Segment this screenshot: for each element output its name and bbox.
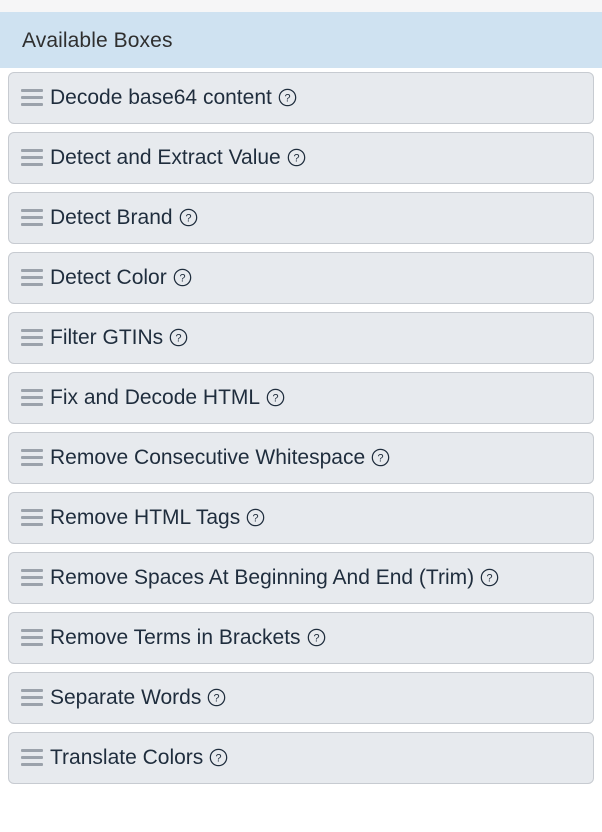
svg-text:?: ? xyxy=(378,453,384,465)
list-item-content: Translate Colors? xyxy=(21,742,228,774)
list-item-label: Detect Color xyxy=(50,266,167,289)
drag-handle-icon[interactable] xyxy=(21,569,43,586)
help-circle-icon[interactable]: ? xyxy=(287,148,306,167)
list-item-label: Detect and Extract Value xyxy=(50,146,281,169)
list-item[interactable]: Decode base64 content? xyxy=(8,72,594,124)
svg-text:?: ? xyxy=(284,93,290,105)
list-item-content: Remove Spaces At Beginning And End (Trim… xyxy=(21,562,499,594)
drag-handle-icon[interactable] xyxy=(21,689,43,706)
top-strip xyxy=(0,0,602,12)
drag-handle-icon[interactable] xyxy=(21,389,43,406)
help-circle-icon[interactable]: ? xyxy=(169,328,188,347)
list-item-label: Detect Brand xyxy=(50,206,173,229)
list-item[interactable]: Separate Words? xyxy=(8,672,594,724)
svg-text:?: ? xyxy=(185,213,191,225)
svg-text:?: ? xyxy=(253,513,259,525)
help-circle-icon[interactable]: ? xyxy=(209,748,228,767)
drag-handle-icon[interactable] xyxy=(21,749,43,766)
list-item-content: Detect and Extract Value? xyxy=(21,142,306,174)
list-item-content: Decode base64 content? xyxy=(21,82,297,114)
drag-handle-icon[interactable] xyxy=(21,329,43,346)
list-item-content: Separate Words? xyxy=(21,682,226,714)
list-item-content: Remove Consecutive Whitespace? xyxy=(21,442,390,474)
drag-handle-icon[interactable] xyxy=(21,269,43,286)
list-item-label: Filter GTINs xyxy=(50,326,164,349)
svg-text:?: ? xyxy=(293,153,299,165)
svg-text:?: ? xyxy=(179,273,185,285)
list-item-content: Filter GTINs? xyxy=(21,322,188,354)
list-item[interactable]: Fix and Decode HTML? xyxy=(8,372,594,424)
svg-text:?: ? xyxy=(216,753,222,765)
svg-text:?: ? xyxy=(214,693,220,705)
list-item[interactable]: Remove HTML Tags? xyxy=(8,492,594,544)
list-item[interactable]: Detect and Extract Value? xyxy=(8,132,594,184)
help-circle-icon[interactable]: ? xyxy=(173,268,192,287)
list-item-content: Remove Terms in Brackets? xyxy=(21,622,326,654)
list-item[interactable]: Detect Color? xyxy=(8,252,594,304)
list-item[interactable]: Remove Consecutive Whitespace? xyxy=(8,432,594,484)
svg-text:?: ? xyxy=(487,573,493,585)
help-circle-icon[interactable]: ? xyxy=(480,568,499,587)
svg-text:?: ? xyxy=(313,633,319,645)
list-item[interactable]: Filter GTINs? xyxy=(8,312,594,364)
list-item-label: Fix and Decode HTML xyxy=(50,386,261,409)
help-circle-icon[interactable]: ? xyxy=(246,508,265,527)
svg-text:?: ? xyxy=(176,333,182,345)
svg-text:?: ? xyxy=(273,393,279,405)
list-item-content: Detect Brand? xyxy=(21,202,198,234)
list-item[interactable]: Remove Terms in Brackets? xyxy=(8,612,594,664)
list-item-content: Fix and Decode HTML? xyxy=(21,382,285,414)
drag-handle-icon[interactable] xyxy=(21,209,43,226)
list-item-content: Detect Color? xyxy=(21,262,192,294)
list-item[interactable]: Translate Colors? xyxy=(8,732,594,784)
list-item-label: Remove Consecutive Whitespace xyxy=(50,446,366,469)
available-boxes-list: Decode base64 content? Detect and Extract… xyxy=(0,68,602,784)
list-item-label: Separate Words xyxy=(50,686,202,709)
help-circle-icon[interactable]: ? xyxy=(278,88,297,107)
help-circle-icon[interactable]: ? xyxy=(307,628,326,647)
list-item-content: Remove HTML Tags? xyxy=(21,502,265,534)
drag-handle-icon[interactable] xyxy=(21,89,43,106)
list-item[interactable]: Remove Spaces At Beginning And End (Trim… xyxy=(8,552,594,604)
list-item-label: Remove HTML Tags xyxy=(50,506,241,529)
available-boxes-panel: Available Boxes Decode base64 content? De… xyxy=(0,0,602,832)
drag-handle-icon[interactable] xyxy=(21,149,43,166)
help-circle-icon[interactable]: ? xyxy=(266,388,285,407)
list-item-label: Remove Spaces At Beginning And End (Trim… xyxy=(50,566,475,589)
page-title: Available Boxes xyxy=(22,28,173,52)
list-item[interactable]: Detect Brand? xyxy=(8,192,594,244)
list-item-label: Decode base64 content xyxy=(50,86,272,109)
help-circle-icon[interactable]: ? xyxy=(371,448,390,467)
help-circle-icon[interactable]: ? xyxy=(207,688,226,707)
drag-handle-icon[interactable] xyxy=(21,629,43,646)
drag-handle-icon[interactable] xyxy=(21,449,43,466)
list-item-label: Translate Colors xyxy=(50,746,204,769)
list-item-label: Remove Terms in Brackets xyxy=(50,626,301,649)
help-circle-icon[interactable]: ? xyxy=(179,208,198,227)
drag-handle-icon[interactable] xyxy=(21,509,43,526)
panel-header: Available Boxes xyxy=(0,12,602,68)
